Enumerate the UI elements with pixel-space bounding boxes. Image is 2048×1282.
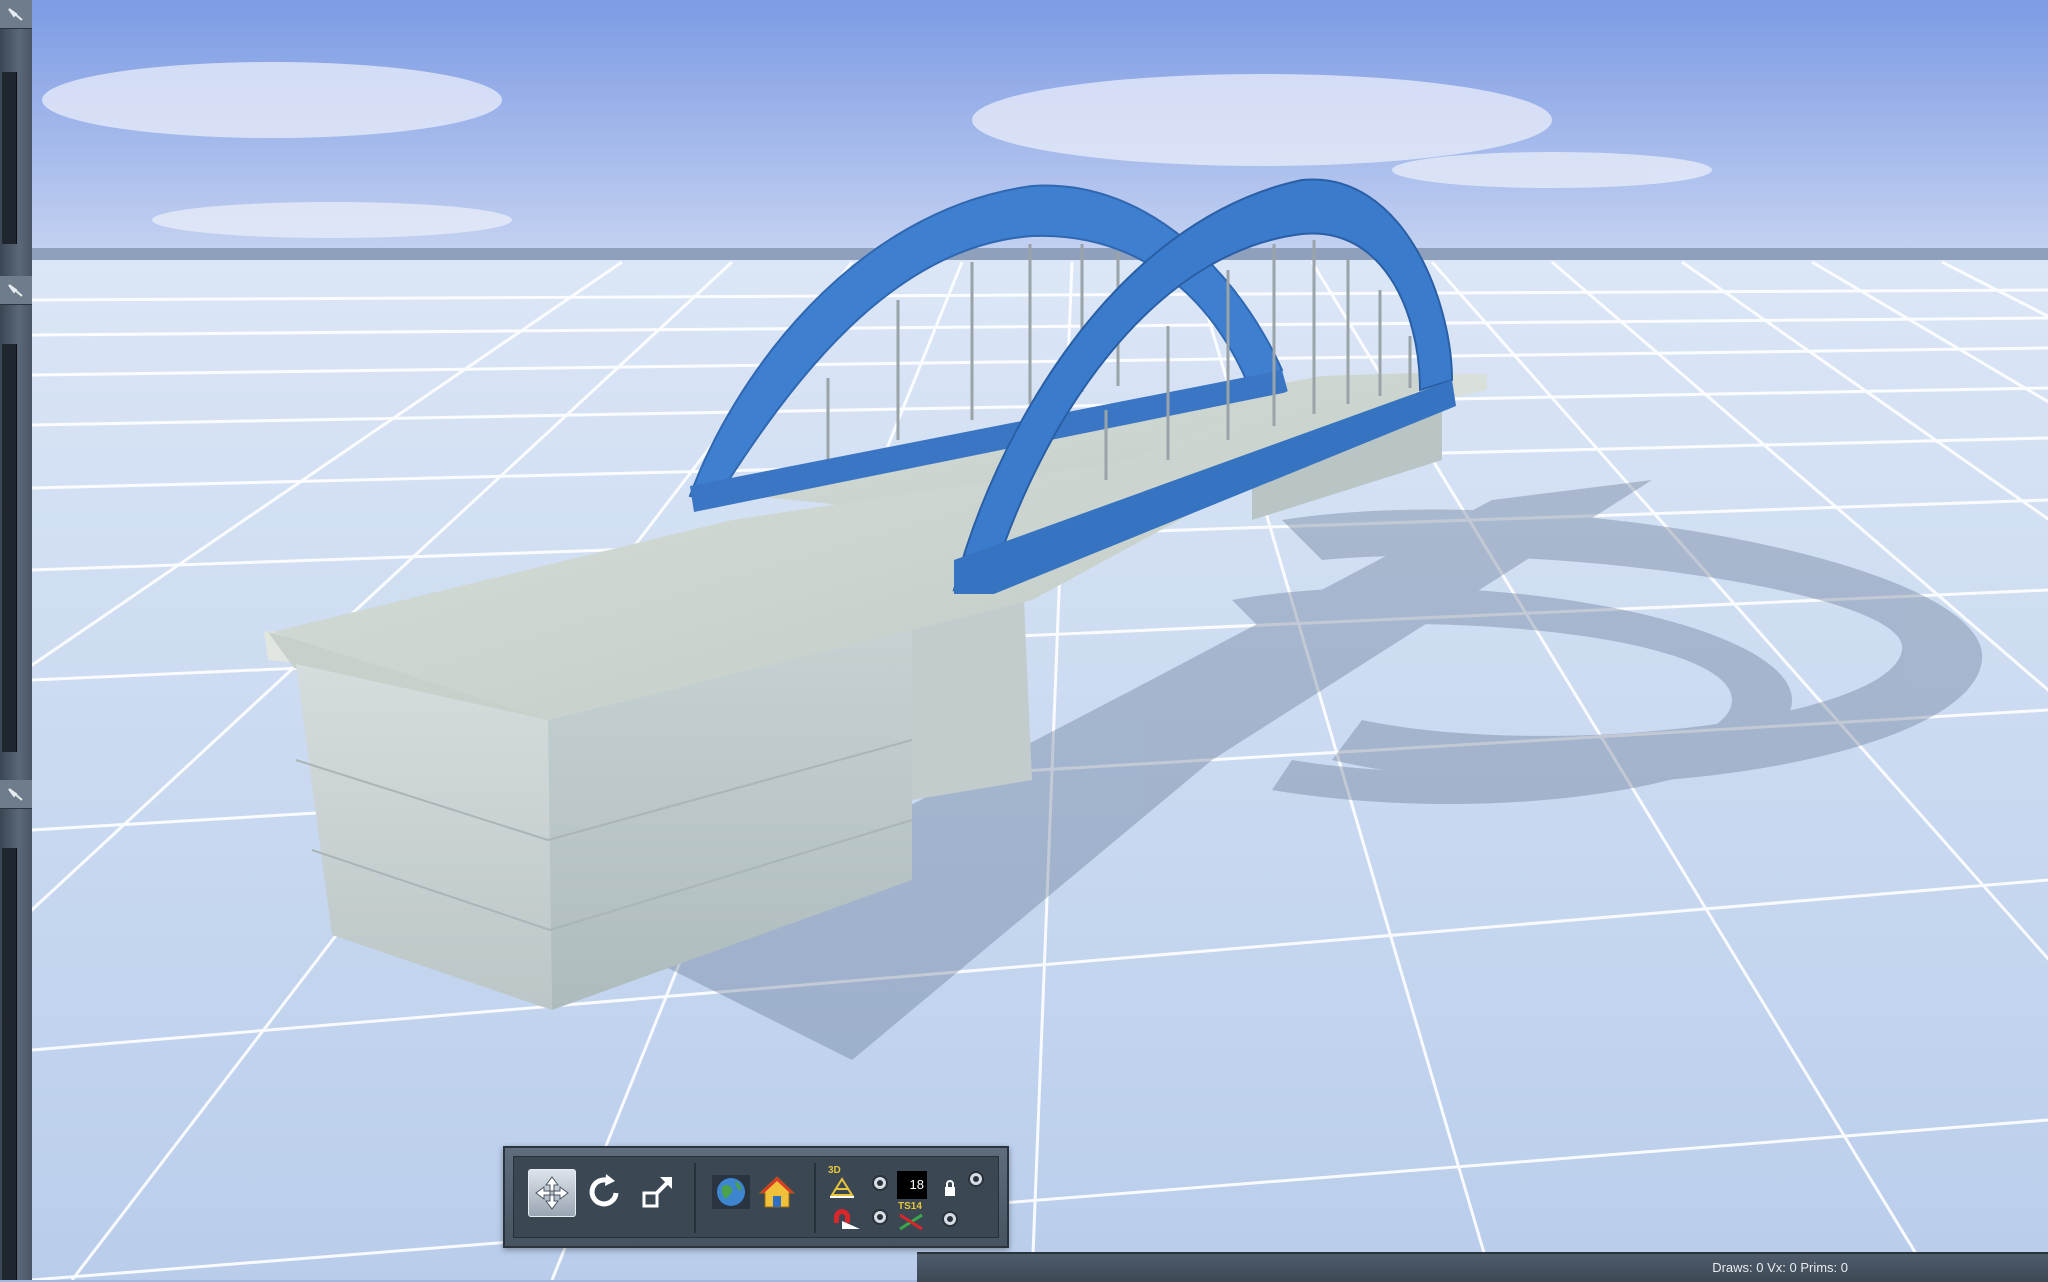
- world-view-button[interactable]: [708, 1169, 754, 1215]
- scale-icon: [642, 1177, 672, 1208]
- ts-snap-icon[interactable]: [896, 1211, 926, 1233]
- pin-icon: [8, 788, 23, 801]
- toolbar-body: 3D 18 TS14: [513, 1156, 999, 1238]
- grid-size-field[interactable]: 18: [897, 1171, 927, 1199]
- collapsed-panel-bottom[interactable]: [2, 848, 17, 1280]
- left-panel-strip: [0, 0, 32, 1280]
- render-stats: Draws: 0 Vx: 0 Prims: 0: [1712, 1260, 1848, 1275]
- snap-3d-radio[interactable]: [872, 1175, 888, 1191]
- home-icon: [758, 1176, 796, 1208]
- pin-icon: [8, 8, 23, 21]
- status-bar: Draws: 0 Vx: 0 Prims: 0: [917, 1252, 2048, 1282]
- scene-render: [32, 0, 2048, 1280]
- magnet-snap-radio[interactable]: [872, 1209, 888, 1225]
- toolbar-separator: [814, 1163, 816, 1233]
- panel-pin-button-middle[interactable]: [0, 276, 32, 305]
- home-view-button[interactable]: [754, 1169, 800, 1215]
- panel-pin-button-top[interactable]: [0, 0, 32, 29]
- pin-icon: [8, 284, 23, 297]
- 3d-viewport[interactable]: [32, 0, 2048, 1280]
- magnet-snap-icon[interactable]: [828, 1203, 862, 1233]
- move-arrows-icon: [535, 1176, 569, 1210]
- move-tool-button[interactable]: [528, 1169, 576, 1217]
- horizon: [32, 248, 2048, 262]
- panel-pin-button-bottom[interactable]: [0, 780, 32, 809]
- snap-grid-icon[interactable]: [828, 1173, 856, 1201]
- collapsed-panel-middle[interactable]: [2, 344, 17, 752]
- scale-tool-button[interactable]: [636, 1169, 682, 1215]
- rotate-tool-button[interactable]: [582, 1169, 628, 1215]
- lock-radio[interactable]: [968, 1171, 984, 1187]
- rotate-icon: [589, 1174, 619, 1207]
- collapsed-panel-top[interactable]: [2, 72, 17, 244]
- view-toolbar: 3D 18 TS14: [503, 1146, 1009, 1248]
- globe-icon: [712, 1175, 750, 1209]
- ts-snap-radio[interactable]: [942, 1211, 958, 1227]
- toolbar-separator: [694, 1163, 696, 1233]
- lock-icon[interactable]: [942, 1179, 958, 1197]
